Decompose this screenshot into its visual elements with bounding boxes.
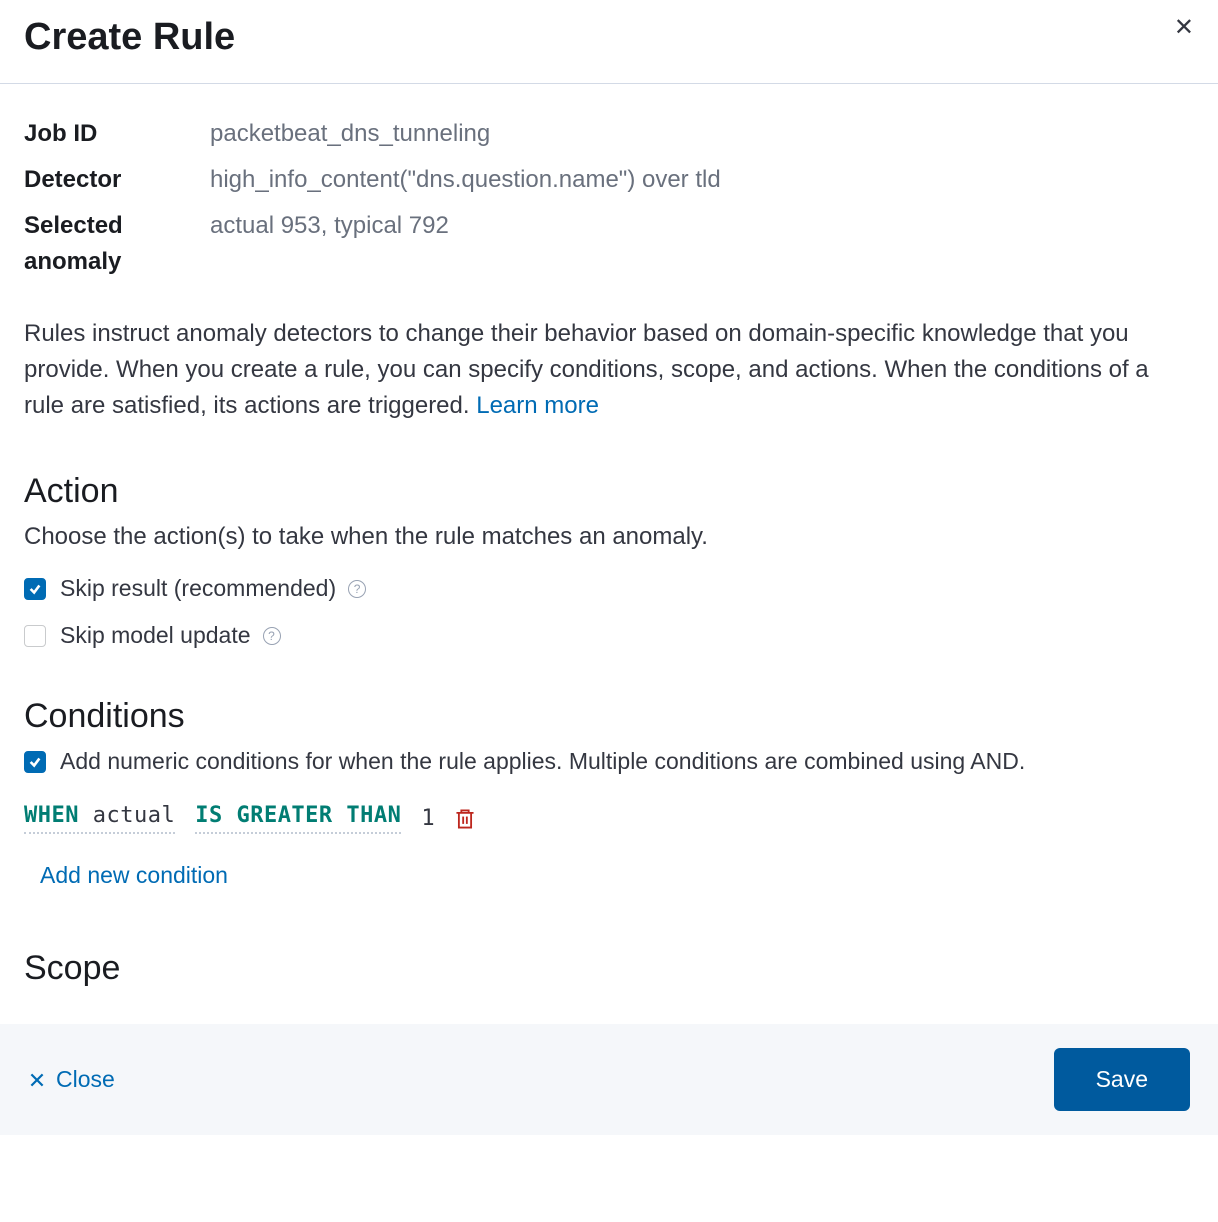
skip-model-label: Skip model update bbox=[60, 622, 251, 649]
anomaly-label: Selected anomaly bbox=[24, 208, 210, 280]
meta-row-detector: Detector high_info_content("dns.question… bbox=[24, 162, 1194, 198]
save-button[interactable]: Save bbox=[1054, 1048, 1190, 1111]
rule-description: Rules instruct anomaly detectors to chan… bbox=[24, 316, 1194, 424]
meta-row-job-id: Job ID packetbeat_dns_tunneling bbox=[24, 116, 1194, 152]
dialog-title: Create Rule bbox=[24, 16, 235, 59]
skip-model-row: Skip model update ? bbox=[24, 622, 1194, 649]
condition-field: actual bbox=[93, 803, 175, 828]
add-condition-button[interactable]: Add new condition bbox=[40, 862, 228, 889]
condition-operator-select[interactable]: IS GREATER THAN bbox=[195, 803, 401, 834]
condition-field-select[interactable]: WHEN actual bbox=[24, 803, 175, 834]
delete-condition-button[interactable] bbox=[455, 808, 475, 830]
job-id-value: packetbeat_dns_tunneling bbox=[210, 116, 490, 152]
condition-operator: IS GREATER THAN bbox=[195, 803, 401, 828]
conditions-heading: Conditions bbox=[24, 697, 1194, 736]
dialog-header: Create Rule ✕ bbox=[0, 0, 1218, 84]
meta-row-anomaly: Selected anomaly actual 953, typical 792 bbox=[24, 208, 1194, 280]
close-button[interactable]: Close bbox=[28, 1066, 115, 1093]
anomaly-value: actual 953, typical 792 bbox=[210, 208, 449, 280]
dialog-footer: Close Save bbox=[0, 1024, 1218, 1135]
condition-row: WHEN actual IS GREATER THAN 1 bbox=[24, 803, 1194, 834]
skip-result-row: Skip result (recommended) ? bbox=[24, 575, 1194, 602]
close-icon[interactable]: ✕ bbox=[1174, 16, 1194, 40]
conditions-enable-checkbox[interactable] bbox=[24, 751, 46, 773]
detector-value: high_info_content("dns.question.name") o… bbox=[210, 162, 721, 198]
job-id-label: Job ID bbox=[24, 116, 210, 152]
conditions-enable-label: Add numeric conditions for when the rule… bbox=[60, 748, 1025, 775]
close-icon bbox=[28, 1071, 46, 1089]
meta-table: Job ID packetbeat_dns_tunneling Detector… bbox=[24, 116, 1194, 280]
skip-model-checkbox[interactable] bbox=[24, 625, 46, 647]
condition-value[interactable]: 1 bbox=[421, 806, 434, 831]
conditions-enable-row: Add numeric conditions for when the rule… bbox=[24, 748, 1194, 775]
close-button-label: Close bbox=[56, 1066, 115, 1093]
dialog-content: Job ID packetbeat_dns_tunneling Detector… bbox=[0, 84, 1218, 1024]
detector-label: Detector bbox=[24, 162, 210, 198]
trash-icon bbox=[455, 808, 475, 830]
help-icon[interactable]: ? bbox=[263, 627, 281, 645]
when-keyword: WHEN bbox=[24, 803, 79, 828]
skip-result-checkbox[interactable] bbox=[24, 578, 46, 600]
action-heading: Action bbox=[24, 472, 1194, 511]
action-desc: Choose the action(s) to take when the ru… bbox=[24, 523, 1194, 551]
learn-more-link[interactable]: Learn more bbox=[476, 392, 599, 419]
skip-result-label: Skip result (recommended) bbox=[60, 575, 336, 602]
help-icon[interactable]: ? bbox=[348, 580, 366, 598]
scope-heading: Scope bbox=[24, 949, 1194, 988]
